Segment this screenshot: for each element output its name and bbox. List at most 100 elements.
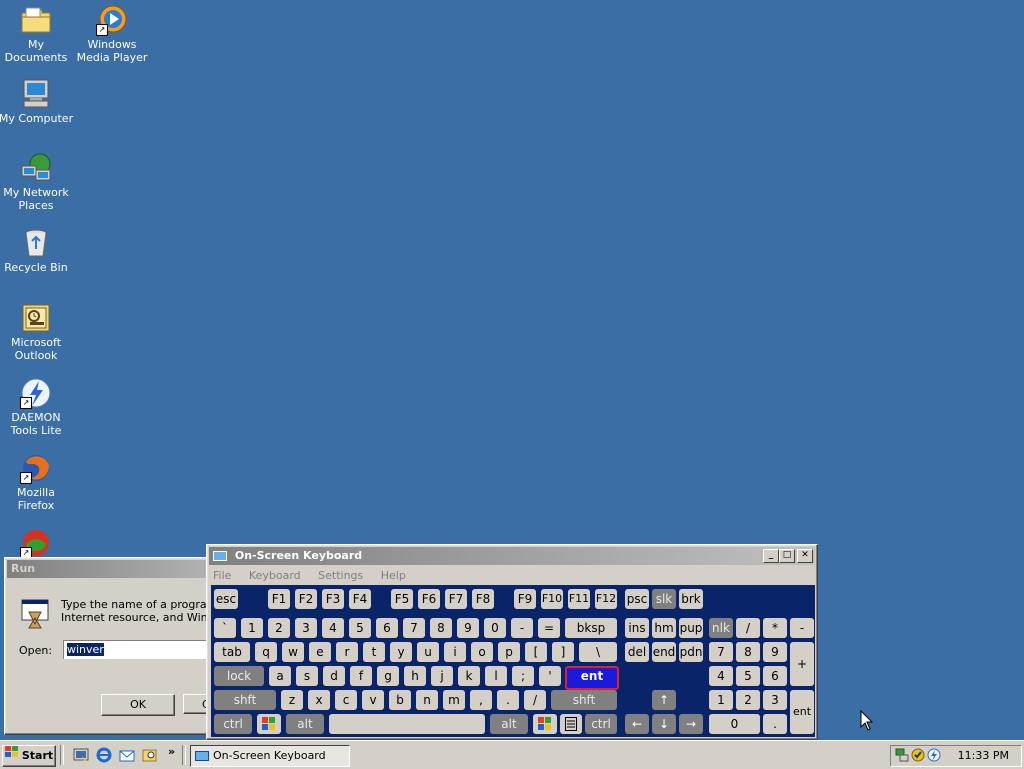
key-numpad-3[interactable]: 3 xyxy=(763,690,787,710)
key-alt-left[interactable]: alt xyxy=(286,714,324,734)
key-alt-right[interactable]: alt xyxy=(490,714,528,734)
key-i[interactable]: i xyxy=(444,642,466,662)
key-windows-left[interactable] xyxy=(257,714,281,734)
start-button[interactable]: Start xyxy=(2,745,56,767)
key-application[interactable] xyxy=(560,714,582,734)
key-tab[interactable]: tab xyxy=(214,642,250,662)
key-ctrl-right[interactable]: ctrl xyxy=(585,714,617,734)
key-f3[interactable]: F3 xyxy=(322,589,344,609)
key-f10[interactable]: F10 xyxy=(541,589,563,609)
key-grave[interactable]: ` xyxy=(214,618,236,638)
key-x[interactable]: x xyxy=(308,690,330,710)
key-semicolon[interactable]: ; xyxy=(512,666,534,686)
clock[interactable]: 11:33 PM xyxy=(958,749,1009,762)
key-5[interactable]: 5 xyxy=(349,618,371,638)
desktop-icon-microsoft-outlook[interactable]: Microsoft Outlook xyxy=(0,302,74,362)
key-slash[interactable]: / xyxy=(524,690,546,710)
quicklaunch-overflow-chevron-icon[interactable]: » xyxy=(168,745,175,758)
key-m[interactable]: m xyxy=(443,690,465,710)
desktop-icon-my-documents[interactable]: My Documents xyxy=(0,4,74,64)
key-numpad-1[interactable]: 1 xyxy=(709,690,733,710)
key-p[interactable]: p xyxy=(498,642,520,662)
key-left-bracket[interactable]: [ xyxy=(525,642,547,662)
key-right-bracket[interactable]: ] xyxy=(552,642,574,662)
key-numpad-4[interactable]: 4 xyxy=(709,666,733,686)
desktop-icon-recycle-bin[interactable]: Recycle Bin xyxy=(0,227,74,274)
key-backslash[interactable]: \ xyxy=(579,642,617,662)
key-f2[interactable]: F2 xyxy=(295,589,317,609)
key-end[interactable]: end xyxy=(652,642,676,662)
key-numpad-enter[interactable]: ent xyxy=(790,690,814,734)
key-f7[interactable]: F7 xyxy=(445,589,467,609)
key-k[interactable]: k xyxy=(458,666,480,686)
key-f9[interactable]: F9 xyxy=(514,589,536,609)
key-hm[interactable]: hm xyxy=(652,618,676,638)
key-numpad-7[interactable]: 7 xyxy=(709,642,733,662)
quicklaunch-explorer[interactable] xyxy=(142,747,158,763)
key-4[interactable]: 4 xyxy=(322,618,344,638)
key-s[interactable]: s xyxy=(296,666,318,686)
taskbar-task-osk[interactable]: On-Screen Keyboard xyxy=(190,745,350,767)
key-numpad-add[interactable]: + xyxy=(790,642,814,686)
key-backspace[interactable]: bksp xyxy=(565,618,617,638)
close-button[interactable]: ✕ xyxy=(797,549,813,563)
key-j[interactable]: j xyxy=(431,666,453,686)
desktop-icon-windows-media-player[interactable]: ↗ Windows Media Player xyxy=(74,4,150,64)
key-d[interactable]: d xyxy=(323,666,345,686)
key-numpad-decimal[interactable]: . xyxy=(763,714,787,734)
key-2[interactable]: 2 xyxy=(268,618,290,638)
quicklaunch-show-desktop[interactable] xyxy=(73,747,89,763)
key-numpad-subtract[interactable]: - xyxy=(790,618,814,638)
menu-keyboard[interactable]: Keyboard xyxy=(247,567,301,585)
key-f5[interactable]: F5 xyxy=(391,589,413,609)
key-f12[interactable]: F12 xyxy=(595,589,617,609)
key-1[interactable]: 1 xyxy=(241,618,263,638)
key-f11[interactable]: F11 xyxy=(568,589,590,609)
desktop-icon-daemon-tools[interactable]: ↗ DAEMON Tools Lite xyxy=(0,377,74,437)
key-enter[interactable]: ent xyxy=(565,666,619,690)
key-r[interactable]: r xyxy=(336,642,358,662)
key-arrow-up[interactable]: ↑ xyxy=(652,690,676,710)
volume-tray-icon[interactable] xyxy=(911,748,925,765)
key-y[interactable]: y xyxy=(390,642,412,662)
key-b[interactable]: b xyxy=(389,690,411,710)
key-z[interactable]: z xyxy=(281,690,303,710)
key-c[interactable]: c xyxy=(335,690,357,710)
key-numpad-2[interactable]: 2 xyxy=(736,690,760,710)
key-h[interactable]: h xyxy=(404,666,426,686)
desktop-icon-mozilla-firefox[interactable]: ↗ Mozilla Firefox xyxy=(0,452,74,512)
key-numpad-8[interactable]: 8 xyxy=(736,642,760,662)
key-caps-lock[interactable]: lock xyxy=(214,666,264,686)
minimize-button[interactable]: _ xyxy=(763,549,779,563)
key-arrow-right[interactable]: → xyxy=(679,714,703,734)
key-numpad-6[interactable]: 6 xyxy=(763,666,787,686)
key-numpad-multiply[interactable]: * xyxy=(763,618,787,638)
key-arrow-down[interactable]: ↓ xyxy=(652,714,676,734)
key-7[interactable]: 7 xyxy=(403,618,425,638)
key-minus[interactable]: - xyxy=(511,618,533,638)
key-numpad-divide[interactable]: / xyxy=(736,618,760,638)
open-input[interactable]: winver xyxy=(63,640,224,659)
key-f6[interactable]: F6 xyxy=(418,589,440,609)
key-3[interactable]: 3 xyxy=(295,618,317,638)
key-f8[interactable]: F8 xyxy=(472,589,494,609)
key-pup[interactable]: pup xyxy=(679,618,703,638)
key-f4[interactable]: F4 xyxy=(349,589,371,609)
network-tray-icon[interactable] xyxy=(895,748,909,765)
key-ins[interactable]: ins xyxy=(625,618,649,638)
daemon-tools-tray-icon[interactable] xyxy=(927,748,941,765)
key-l[interactable]: l xyxy=(485,666,507,686)
key-ctrl-left[interactable]: ctrl xyxy=(214,714,252,734)
osk-title-bar[interactable]: On-Screen Keyboard _ □ ✕ xyxy=(209,547,815,565)
key-v[interactable]: v xyxy=(362,690,384,710)
menu-file[interactable]: File xyxy=(211,567,231,585)
key-slk[interactable]: slk xyxy=(652,589,676,609)
key-arrow-left[interactable]: ← xyxy=(625,714,649,734)
quicklaunch-outlook-express[interactable] xyxy=(119,747,135,763)
maximize-button[interactable]: □ xyxy=(779,549,795,563)
menu-settings[interactable]: Settings xyxy=(316,567,363,585)
desktop-icon-my-computer[interactable]: My Computer xyxy=(0,78,74,125)
key-t[interactable]: t xyxy=(363,642,385,662)
key-shift-right[interactable]: shft xyxy=(551,690,617,710)
key-period[interactable]: . xyxy=(497,690,519,710)
